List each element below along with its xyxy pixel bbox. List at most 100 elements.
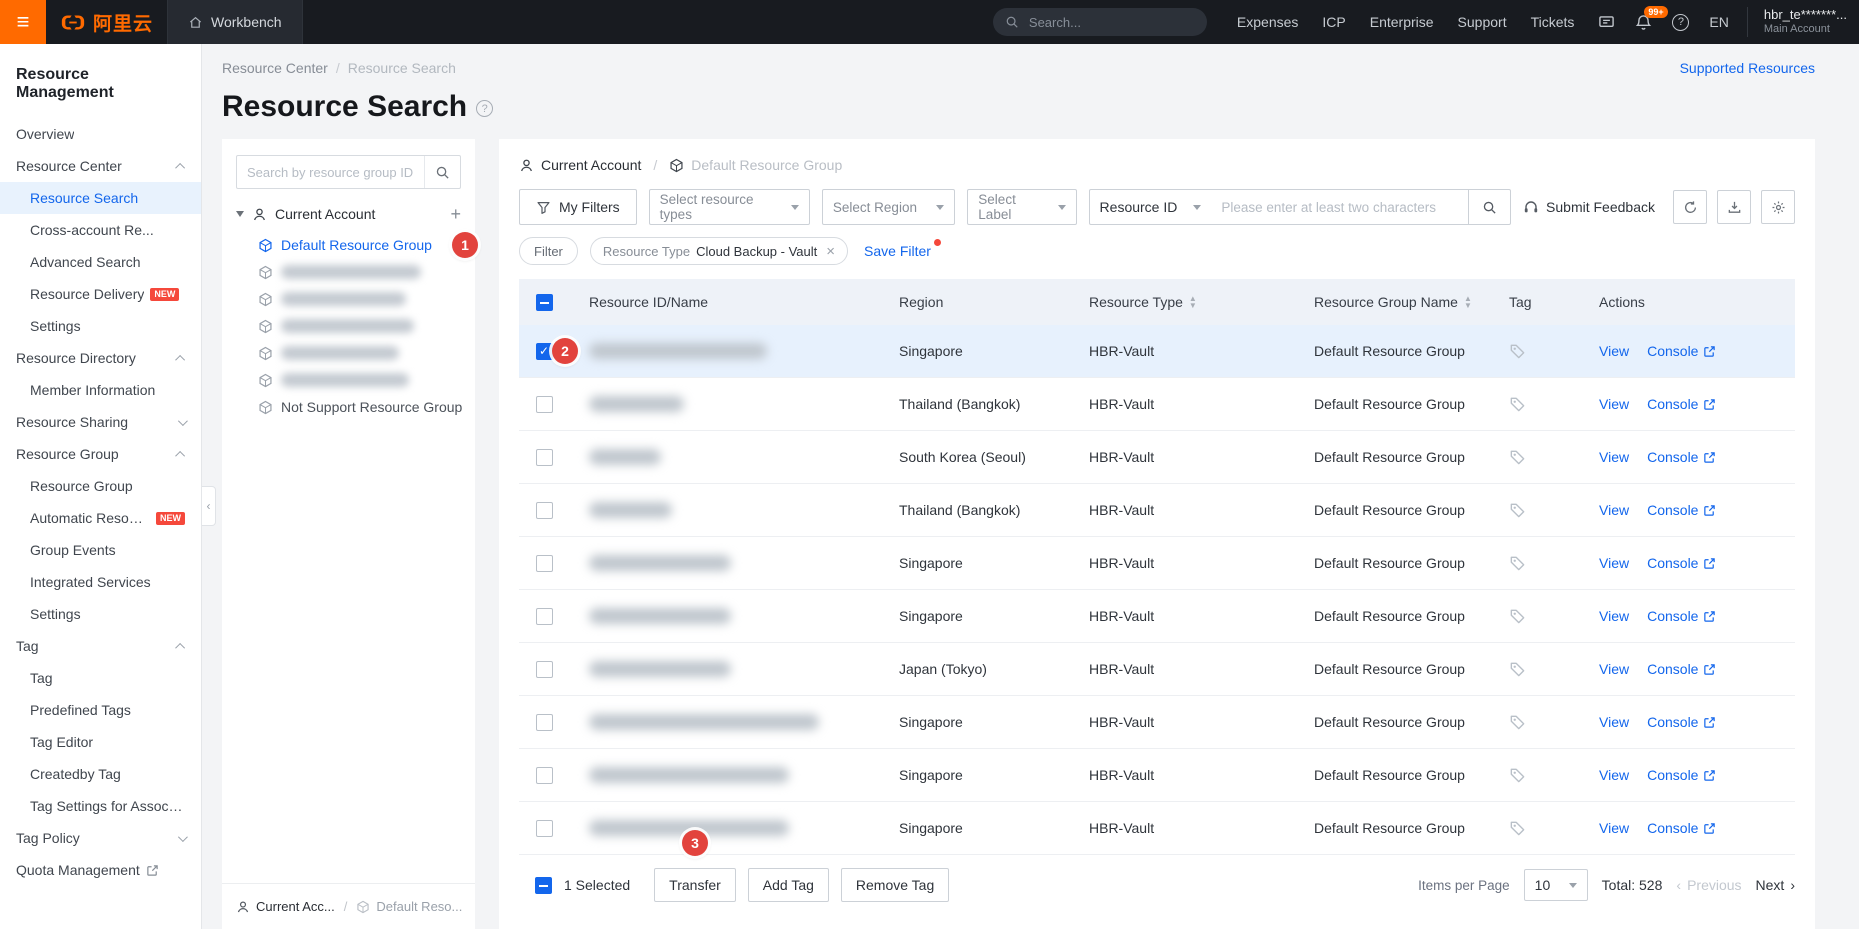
remove-tag-button[interactable]: Remove Tag <box>840 868 950 902</box>
sidebar-item[interactable]: Quota Management <box>0 854 201 886</box>
sidebar-item[interactable]: Resource Center <box>0 150 201 182</box>
notifications-button[interactable]: 99+ <box>1635 5 1668 31</box>
select-all-checkbox[interactable] <box>535 293 553 311</box>
footer-select-checkbox[interactable] <box>535 876 552 894</box>
sidebar-item[interactable]: Tag <box>0 662 201 694</box>
sidebar-item[interactable]: Resource Group <box>0 470 201 502</box>
global-search-input[interactable] <box>1026 13 1195 31</box>
refresh-button[interactable] <box>1673 190 1707 224</box>
region-select[interactable]: Select Region <box>821 189 956 225</box>
tree-item-redacted[interactable] <box>258 314 461 338</box>
row-checkbox[interactable] <box>535 395 553 413</box>
sidebar-item[interactable]: Automatic Resource... NEW <box>0 502 201 534</box>
resource-search-input[interactable] <box>1211 199 1469 215</box>
sidebar-item[interactable]: Resource Directory <box>0 342 201 374</box>
sidebar-item[interactable]: Member Information <box>0 374 201 406</box>
help-icon[interactable]: ? <box>476 100 494 117</box>
tree-item-redacted[interactable] <box>258 287 461 311</box>
tree-search-input[interactable] <box>237 164 424 180</box>
table-row[interactable]: 2 Japan (Tokyo) HBR-Vault Default Resour… <box>519 643 1795 696</box>
sort-icon[interactable]: ▲ ▼ <box>1464 295 1472 310</box>
resource-search-button[interactable] <box>1468 190 1510 224</box>
row-checkbox[interactable] <box>535 819 553 837</box>
alibaba-cloud-logo[interactable]: 阿里云 <box>46 9 167 36</box>
tree-item-not-support[interactable]: Not Support Resource Group <box>258 395 462 419</box>
settings-button[interactable] <box>1761 190 1795 224</box>
console-link[interactable]: Console <box>1647 502 1716 518</box>
topbar-nav-item[interactable]: Tickets <box>1531 14 1575 30</box>
view-link[interactable]: View <box>1599 820 1629 836</box>
sidebar-item[interactable]: Tag Policy <box>0 822 201 854</box>
topbar-nav-item[interactable]: Enterprise <box>1370 14 1434 30</box>
console-link[interactable]: Console <box>1647 343 1716 359</box>
topbar-nav-item[interactable]: ICP <box>1322 14 1345 30</box>
table-row[interactable]: 2 Thailand (Bangkok) HBR-Vault Default R… <box>519 484 1795 537</box>
sidebar-item[interactable]: Createdby Tag <box>0 758 201 790</box>
table-row[interactable]: 2 Singapore HBR-Vault Default Resource G… <box>519 325 1795 378</box>
sidebar-item[interactable]: Resource Group <box>0 438 201 470</box>
table-row[interactable]: 2 Singapore HBR-Vault Default Resource G… <box>519 749 1795 802</box>
supported-resources-link[interactable]: Supported Resources <box>1680 60 1815 76</box>
row-checkbox[interactable] <box>535 766 553 784</box>
sidebar-item[interactable]: Tag Editor <box>0 726 201 758</box>
sidebar-item[interactable]: Resource Search <box>0 182 201 214</box>
workbench-tab[interactable]: Workbench <box>167 0 303 44</box>
breadcrumb-parent[interactable]: Resource Center <box>222 60 328 76</box>
view-link[interactable]: View <box>1599 396 1629 412</box>
table-row[interactable]: 2 Singapore HBR-Vault Default Resource G… <box>519 537 1795 590</box>
sort-icon[interactable]: ▲ ▼ <box>1189 295 1197 310</box>
console-link[interactable]: Console <box>1647 555 1716 571</box>
table-row[interactable]: 2 Singapore HBR-Vault Default Resource G… <box>519 802 1795 855</box>
tree-item-redacted[interactable] <box>258 260 461 284</box>
tree-item-redacted[interactable] <box>258 368 461 392</box>
tree-item-redacted[interactable] <box>258 341 461 365</box>
tree-search-button[interactable] <box>424 156 460 188</box>
sidebar-item[interactable]: Resource Delivery NEW <box>0 278 201 310</box>
messages-button[interactable] <box>1598 14 1615 31</box>
tree-item-default-resource-group[interactable]: Default Resource Group 1 <box>258 232 478 258</box>
sidebar-item[interactable]: Predefined Tags <box>0 694 201 726</box>
sidebar-item[interactable]: Overview <box>0 118 201 150</box>
tree-root-current-account[interactable]: Current Account + <box>236 205 461 223</box>
sidebar-item[interactable]: Advanced Search <box>0 246 201 278</box>
add-resource-group-button[interactable]: + <box>450 205 461 223</box>
export-button[interactable] <box>1717 190 1751 224</box>
row-checkbox[interactable] <box>535 554 553 572</box>
add-tag-button[interactable]: Add Tag <box>747 868 829 902</box>
table-row[interactable]: 2 Singapore HBR-Vault Default Resource G… <box>519 696 1795 749</box>
view-link[interactable]: View <box>1599 714 1629 730</box>
sidebar-item[interactable]: Resource Sharing <box>0 406 201 438</box>
save-filter-link[interactable]: Save Filter <box>864 239 941 259</box>
global-search[interactable] <box>992 8 1207 36</box>
row-checkbox[interactable] <box>535 713 553 731</box>
sidebar-item[interactable]: Tag Settings for Associated <box>0 790 201 822</box>
console-link[interactable]: Console <box>1647 396 1716 412</box>
table-row[interactable]: 2 Singapore HBR-Vault Default Resource G… <box>519 590 1795 643</box>
my-filters-button[interactable]: My Filters <box>519 189 637 225</box>
view-link[interactable]: View <box>1599 767 1629 783</box>
console-link[interactable]: Console <box>1647 820 1716 836</box>
resource-types-select[interactable]: Select resource types <box>648 189 810 225</box>
view-link[interactable]: View <box>1599 661 1629 677</box>
label-select[interactable]: Select Label <box>967 189 1077 225</box>
row-checkbox[interactable] <box>535 342 553 360</box>
view-link[interactable]: View <box>1599 343 1629 359</box>
sidebar-item[interactable]: Integrated Services <box>0 566 201 598</box>
row-checkbox[interactable] <box>535 660 553 678</box>
view-link[interactable]: View <box>1599 502 1629 518</box>
view-link[interactable]: View <box>1599 449 1629 465</box>
topbar-nav-item[interactable]: Support <box>1458 14 1507 30</box>
account-menu[interactable]: hbr_te*******... Main Account <box>1746 7 1847 37</box>
sidebar-item[interactable]: Cross-account Re... <box>0 214 201 246</box>
console-link[interactable]: Console <box>1647 449 1716 465</box>
scope-account[interactable]: Current Account <box>541 157 641 173</box>
view-link[interactable]: View <box>1599 555 1629 571</box>
console-link[interactable]: Console <box>1647 661 1716 677</box>
row-checkbox[interactable] <box>535 501 553 519</box>
next-page-button[interactable]: Next › <box>1756 877 1795 893</box>
sidebar-item[interactable]: Settings <box>0 310 201 342</box>
menu-button[interactable]: ≡ <box>0 0 46 44</box>
tree-footer-group[interactable]: Default Reso... <box>376 899 462 914</box>
search-field-select[interactable]: Resource ID <box>1090 199 1212 215</box>
console-link[interactable]: Console <box>1647 767 1716 783</box>
